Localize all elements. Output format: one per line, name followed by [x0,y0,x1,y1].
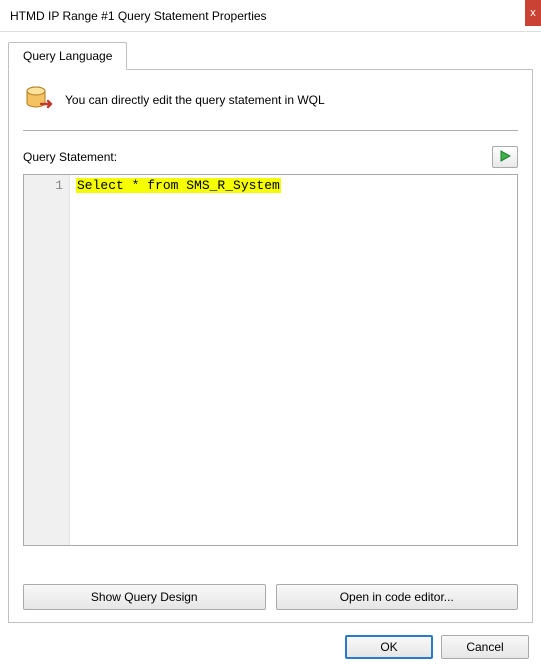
query-editor[interactable]: 1 Select * from SMS_R_System [23,174,518,546]
tab-label: Query Language [23,49,112,63]
titlebar[interactable]: HTMD IP Range #1 Query Statement Propert… [0,0,541,32]
run-button[interactable] [492,146,518,168]
line-number: 1 [24,177,63,195]
button-label: Open in code editor... [340,590,454,604]
tab-strip: Query Language You can directly edit the… [0,32,541,623]
button-label: Show Query Design [91,590,198,604]
close-button[interactable]: x [525,0,541,26]
ok-button[interactable]: OK [345,635,433,659]
tab-query-language[interactable]: Query Language [8,42,127,70]
database-arrow-icon [23,84,55,116]
button-label: OK [380,640,397,654]
editor-gutter: 1 [24,175,70,545]
query-statement-label: Query Statement: [23,150,117,164]
editor-code[interactable]: Select * from SMS_R_System [70,175,517,545]
divider [23,130,518,132]
open-in-code-editor-button[interactable]: Open in code editor... [276,584,519,610]
info-row: You can directly edit the query statemen… [23,84,518,116]
code-line: Select * from SMS_R_System [76,177,511,195]
close-icon: x [530,7,536,19]
dialog-button-row: OK Cancel [345,635,529,659]
query-statement-header: Query Statement: [23,146,518,168]
button-label: Cancel [466,640,503,654]
window-title: HTMD IP Range #1 Query Statement Propert… [10,9,267,23]
info-text: You can directly edit the query statemen… [65,93,325,107]
cancel-button[interactable]: Cancel [441,635,529,659]
tab-panel: You can directly edit the query statemen… [8,69,533,623]
panel-button-row: Show Query Design Open in code editor... [23,584,518,610]
show-query-design-button[interactable]: Show Query Design [23,584,266,610]
highlighted-code: Select * from SMS_R_System [76,178,281,193]
run-icon [499,150,511,165]
